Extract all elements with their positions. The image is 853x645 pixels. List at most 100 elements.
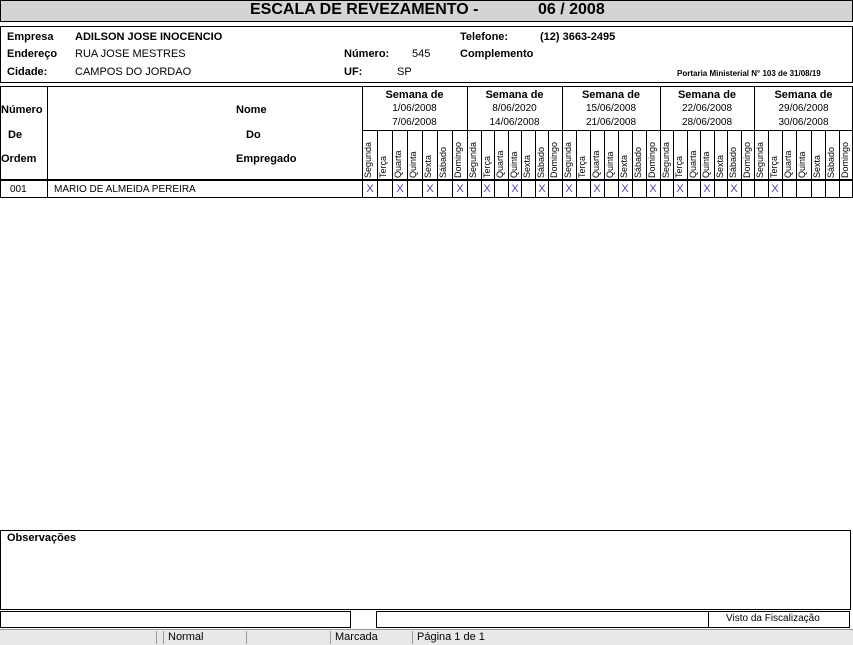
week-label: Semana de	[485, 89, 544, 101]
portaria-text: Portaria Ministerial N° 103 de 31/08/19	[677, 69, 821, 78]
schedule-mark: X	[511, 183, 519, 195]
day-header: Segunda	[755, 141, 765, 178]
day-header: Sábado	[438, 146, 448, 178]
employee-name: MARIO DE ALMEIDA PEREIRA	[54, 184, 196, 195]
day-header: Sexta	[423, 154, 433, 178]
day-header: Terça	[674, 155, 684, 178]
day-header: Quarta	[393, 150, 403, 178]
week-label: Semana de	[581, 89, 641, 101]
week-start-date: 22/06/2008	[681, 103, 733, 114]
visto-label: Visto da Fiscalização	[726, 613, 820, 624]
visto-divider	[708, 611, 709, 627]
empresa-value: ADILSON JOSE INOCENCIO	[75, 31, 223, 43]
day-header: Quarta	[495, 150, 505, 178]
schedule-mark: X	[771, 183, 779, 195]
day-header: Domingo	[742, 141, 752, 178]
day-header: Quarta	[591, 150, 601, 178]
week-label: Semana de	[774, 89, 833, 101]
week-start-date: 1/06/2008	[392, 103, 437, 114]
header-de: De	[8, 129, 23, 141]
week-end-date: 28/06/2008	[681, 117, 733, 128]
day-header: Quinta	[701, 151, 711, 178]
day-header: Sábado	[536, 146, 546, 178]
status-blank-2	[246, 631, 329, 644]
uf-label: UF:	[344, 66, 363, 78]
order-col-border	[47, 86, 48, 197]
day-header: Domingo	[840, 141, 850, 178]
employee-order: 001	[10, 184, 27, 195]
status-mode: Normal	[163, 631, 238, 644]
day-header: Domingo	[453, 141, 463, 178]
complemento-label: Complemento	[460, 48, 534, 60]
report-title: ESCALA DE REVEZAMENTO -	[250, 1, 479, 18]
day-header: Segunda	[468, 141, 478, 178]
week-start-date: 29/06/2008	[778, 103, 829, 114]
cidade-label: Cidade:	[7, 66, 48, 78]
day-header: Terça	[378, 155, 388, 178]
schedule-mark: X	[730, 183, 738, 195]
week-end-date: 21/06/2008	[585, 117, 637, 128]
day-header: Sexta	[522, 154, 532, 178]
day-header: Sexta	[715, 154, 725, 178]
schedule-mark: X	[703, 183, 711, 195]
header-do: Do	[246, 129, 261, 141]
week-label: Semana de	[385, 89, 444, 101]
header-empregado: Empregado	[236, 153, 297, 165]
header-ordem: Ordem	[1, 153, 37, 165]
day-header: Quinta	[509, 151, 519, 178]
week-end-date: 30/06/2008	[778, 117, 829, 128]
header-numero: Número	[1, 104, 43, 116]
empresa-label: Empresa	[7, 31, 54, 43]
day-header: Segunda	[363, 141, 373, 178]
schedule-mark: X	[593, 183, 601, 195]
observacoes-label: Observações	[7, 532, 77, 544]
day-header: Quinta	[605, 151, 615, 178]
status-marcada: Marcada	[330, 631, 407, 644]
week-label: Semana de	[677, 89, 737, 101]
telefone-label: Telefone:	[460, 31, 509, 43]
endereco-label: Endereço	[7, 48, 58, 60]
row-bottom-border	[0, 197, 853, 198]
schedule-mark: X	[456, 183, 464, 195]
schedule-mark: X	[366, 183, 374, 195]
schedule-mark: X	[565, 183, 573, 195]
schedule-mark: X	[426, 183, 434, 195]
observacoes-box	[0, 530, 851, 610]
day-header: Terça	[577, 155, 587, 178]
day-header: Domingo	[647, 141, 657, 178]
schedule-mark: X	[676, 183, 684, 195]
day-header: Segunda	[661, 141, 671, 178]
schedule-mark: X	[621, 183, 629, 195]
table-top-border	[0, 86, 853, 87]
schedule-mark: X	[483, 183, 491, 195]
day-header: Terça	[769, 155, 779, 178]
day-header: Sexta	[812, 154, 822, 178]
week-start-date: 8/06/2020	[492, 103, 537, 114]
numero-value: 545	[412, 48, 431, 60]
report-period: 06 / 2008	[538, 1, 605, 18]
day-header: Terça	[482, 155, 492, 178]
day-header: Segunda	[563, 141, 573, 178]
day-header: Sexta	[619, 154, 629, 178]
week-start-date: 15/06/2008	[585, 103, 637, 114]
day-header: Quarta	[783, 150, 793, 178]
telefone-value: (12) 3663-2495	[540, 31, 616, 43]
week-end-date: 14/06/2008	[489, 117, 540, 128]
schedule-mark: X	[396, 183, 404, 195]
signature-left-box	[0, 611, 351, 628]
week-end-date: 7/06/2008	[392, 117, 437, 128]
day-header: Sábado	[826, 146, 836, 178]
header-bottom-border	[0, 179, 853, 181]
status-page: Página 1 de 1	[412, 631, 717, 644]
endereco-value: RUA JOSE MESTRES	[75, 48, 186, 60]
day-header: Sábado	[633, 146, 643, 178]
day-header: Quinta	[797, 151, 807, 178]
week-header-divider	[362, 130, 853, 131]
numero-label: Número:	[344, 48, 390, 60]
day-header: Domingo	[549, 141, 559, 178]
uf-value: SP	[397, 66, 412, 78]
header-nome: Nome	[236, 104, 267, 116]
status-blank-1	[156, 631, 163, 644]
day-header: Quarta	[688, 150, 698, 178]
day-header: Quinta	[408, 151, 418, 178]
